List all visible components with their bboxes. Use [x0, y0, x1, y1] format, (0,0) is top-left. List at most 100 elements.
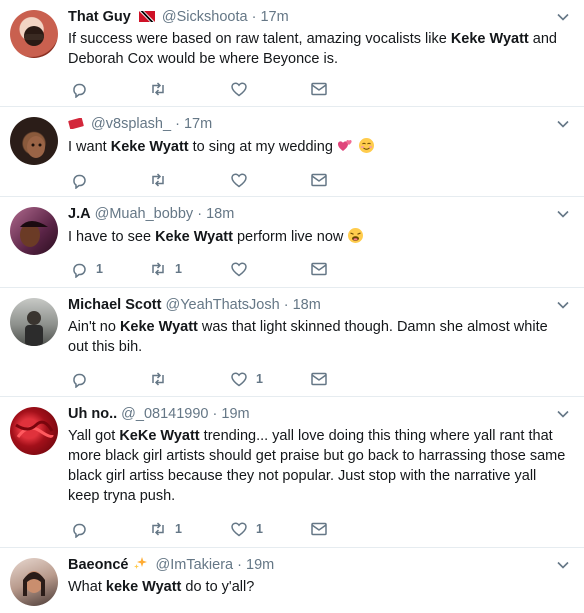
retweet-button[interactable]: [149, 369, 175, 389]
reply-icon: [73, 263, 86, 278]
avatar[interactable]: [10, 558, 58, 606]
retweet-button[interactable]: [149, 79, 175, 99]
timestamp[interactable]: 18m: [206, 206, 234, 222]
reply-button[interactable]: [70, 79, 96, 99]
like-count: 1: [256, 522, 263, 536]
retweet-icon: [152, 372, 164, 386]
avatar[interactable]: [10, 407, 58, 455]
tweet-text: If success were based on raw talent, ama…: [68, 29, 570, 69]
like-button[interactable]: [230, 79, 256, 99]
dm-button[interactable]: [310, 369, 328, 389]
text-segment: Ain't no: [68, 319, 120, 335]
like-button[interactable]: [230, 259, 256, 279]
reply-button[interactable]: 1: [70, 259, 103, 279]
chevron-down-icon[interactable]: [556, 407, 570, 421]
user-handle[interactable]: @Sickshoota: [162, 9, 248, 25]
envelope-icon: [311, 173, 327, 187]
retweet-icon: [152, 82, 164, 96]
tweet-text: I have to see Keke Wyatt perform live no…: [68, 227, 570, 247]
reply-icon: [73, 373, 86, 388]
chevron-down-icon[interactable]: [556, 558, 570, 572]
ticket-icon: [68, 118, 84, 129]
user-handle[interactable]: @YeahThatsJosh: [166, 297, 280, 313]
text-segment: Yall got: [68, 428, 120, 444]
chevron-down-icon[interactable]: [556, 10, 570, 24]
tweet[interactable]: Uh no.. @_08141990 · 19m Yall got KeKe W…: [0, 397, 584, 548]
text-segment: I have to see: [68, 229, 156, 245]
tweet-text: What keke Wyatt do to y'all?: [68, 577, 570, 597]
timestamp[interactable]: 19m: [221, 406, 249, 422]
flag-icon: [138, 11, 155, 22]
retweet-count: 1: [175, 522, 182, 536]
envelope-icon: [311, 522, 327, 536]
dm-button[interactable]: [310, 519, 328, 539]
reply-count: 1: [96, 262, 103, 276]
tweet-actions: [68, 79, 548, 99]
dm-button[interactable]: [310, 170, 328, 190]
separator: ·: [212, 406, 218, 422]
user-handle[interactable]: @Muah_bobby: [95, 206, 194, 222]
timestamp[interactable]: 17m: [260, 9, 288, 25]
keyword-highlight: Keke Wyatt: [155, 229, 233, 245]
avatar[interactable]: [10, 207, 58, 255]
blush-emoji-icon: [358, 138, 374, 153]
user-name[interactable]: Baeoncé: [68, 557, 128, 573]
timestamp[interactable]: 19m: [246, 557, 274, 573]
separator: ·: [283, 297, 289, 313]
separator: ·: [197, 206, 203, 222]
retweet-icon: [152, 173, 164, 187]
tweet[interactable]: That Guy @Sickshoota · 17m If success we…: [0, 0, 584, 107]
tweet[interactable]: Baeoncé @ImTakiera · 19m What keke Wyatt…: [0, 548, 584, 613]
tweet[interactable]: J.A @Muah_bobby · 18m I have to see Keke…: [0, 197, 584, 288]
text-segment: perform live now: [232, 229, 344, 245]
like-count: 1: [256, 372, 263, 386]
like-button[interactable]: [230, 170, 256, 190]
separator: ·: [237, 557, 242, 573]
retweet-icon: [152, 522, 164, 536]
retweet-button[interactable]: [149, 170, 175, 190]
user-handle[interactable]: @ImTakiera: [156, 557, 234, 573]
chevron-down-icon[interactable]: [556, 298, 570, 312]
user-name[interactable]: Michael Scott: [68, 297, 161, 313]
like-button[interactable]: 1: [230, 369, 263, 389]
reply-icon: [73, 83, 86, 98]
reply-button[interactable]: [70, 369, 96, 389]
tweet-header: Uh no.. @_08141990 · 19m: [68, 405, 544, 423]
envelope-icon: [311, 262, 327, 276]
tweet-header: That Guy @Sickshoota · 17m: [68, 8, 544, 26]
user-handle[interactable]: @v8splash_: [91, 116, 171, 132]
text-segment: to sing at my wedding: [188, 139, 333, 155]
dm-button[interactable]: [310, 79, 328, 99]
dm-button[interactable]: [310, 259, 328, 279]
user-name[interactable]: J.A: [68, 206, 91, 222]
user-handle[interactable]: @_08141990: [121, 406, 208, 422]
like-button[interactable]: 1: [230, 519, 263, 539]
reply-button[interactable]: [70, 170, 96, 190]
chevron-down-icon[interactable]: [556, 117, 570, 131]
retweet-button[interactable]: 1: [149, 259, 182, 279]
tweet[interactable]: Michael Scott @YeahThatsJosh · 18m Ain't…: [0, 288, 584, 397]
weary-face-emoji-icon: [348, 228, 364, 243]
reply-button[interactable]: [70, 519, 96, 539]
text-segment: I want: [68, 139, 111, 155]
user-name[interactable]: That Guy: [68, 9, 131, 25]
avatar[interactable]: [10, 298, 58, 346]
chevron-down-icon[interactable]: [556, 207, 570, 221]
retweet-icon: [152, 262, 164, 276]
tweet[interactable]: @v8splash_ · 17m I want Keke Wyatt to si…: [0, 107, 584, 197]
tweet-text: Yall got KeKe Wyatt trending... yall lov…: [68, 426, 570, 506]
tweet-text: Ain't no Keke Wyatt was that light skinn…: [68, 317, 570, 357]
timestamp[interactable]: 18m: [293, 297, 321, 313]
keyword-highlight: Keke Wyatt: [110, 139, 189, 155]
user-name[interactable]: Uh no..: [68, 406, 117, 422]
keyword-highlight: Keke Wyatt: [119, 319, 198, 335]
reply-icon: [73, 523, 86, 538]
tweet-header: Baeoncé @ImTakiera · 19m: [68, 556, 544, 574]
avatar[interactable]: [10, 117, 58, 165]
timestamp[interactable]: 17m: [184, 116, 212, 132]
separator: ·: [175, 116, 180, 132]
keyword-highlight: keke Wyatt: [105, 579, 182, 595]
retweet-button[interactable]: 1: [149, 519, 182, 539]
avatar[interactable]: [10, 10, 58, 58]
heart-icon: [231, 262, 247, 277]
